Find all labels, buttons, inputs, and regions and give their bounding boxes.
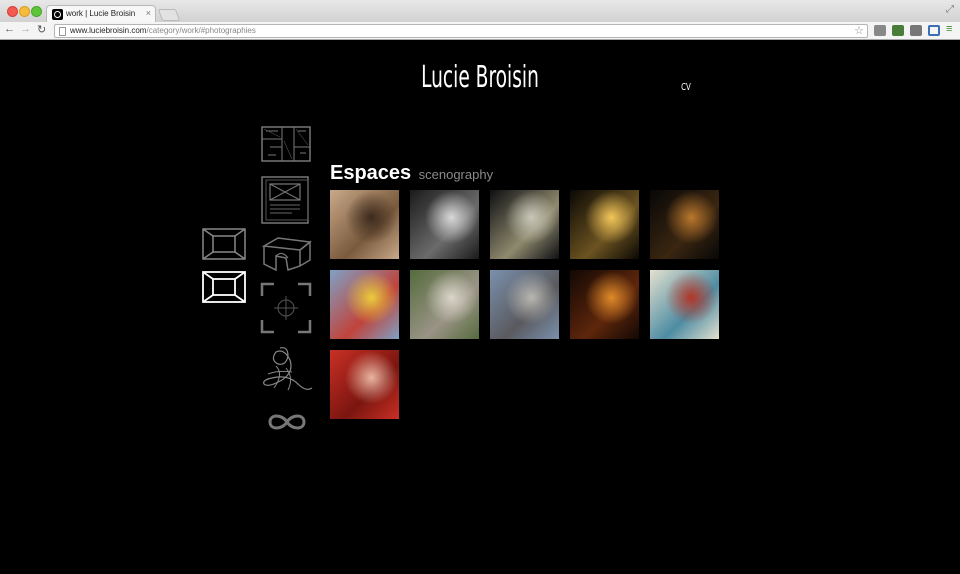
box-icon[interactable]	[260, 236, 314, 272]
layout-icon[interactable]	[260, 175, 312, 225]
browser-toolbar: ← → ↻ www.luciebroisin.com/category/work…	[0, 22, 960, 40]
section-title: Espaces	[330, 162, 412, 184]
thumb-1[interactable]	[330, 190, 399, 259]
floorplan-icon[interactable]	[260, 125, 312, 163]
thumb-2[interactable]	[410, 190, 479, 259]
thumb-4[interactable]	[570, 190, 639, 259]
favicon-icon	[52, 9, 63, 20]
infinity-icon[interactable]	[266, 410, 308, 434]
sketch-icon[interactable]	[258, 344, 314, 400]
tab-close-icon[interactable]: ×	[146, 8, 151, 18]
close-window-button[interactable]	[7, 6, 18, 17]
extension-3-icon[interactable]	[910, 25, 922, 36]
minimize-window-button[interactable]	[19, 6, 30, 17]
thumb-11[interactable]	[330, 350, 399, 419]
new-tab-button[interactable]	[157, 9, 181, 21]
bookmark-star-icon[interactable]: ☆	[854, 24, 864, 37]
section-subtitle: scenography	[418, 167, 494, 182]
fullscreen-icon[interactable]: ⤢	[946, 4, 954, 15]
section-heading: Espaces scenography	[330, 162, 493, 185]
tab-title: work | Lucie Broisin	[66, 9, 136, 18]
thumb-7[interactable]	[410, 270, 479, 339]
browser-tab[interactable]: work | Lucie Broisin ×	[46, 5, 156, 23]
frame-selected-icon[interactable]	[202, 271, 246, 303]
thumb-6[interactable]	[330, 270, 399, 339]
zoom-window-button[interactable]	[31, 6, 42, 17]
reload-icon[interactable]: ↻	[37, 23, 46, 36]
back-icon[interactable]: ←	[4, 23, 15, 35]
cv-link[interactable]: CV	[681, 82, 691, 93]
menu-icon[interactable]: ≡	[946, 24, 952, 35]
forward-icon[interactable]: →	[20, 23, 31, 35]
site-title[interactable]: Lucie Broisin	[418, 60, 542, 95]
thumb-5[interactable]	[650, 190, 719, 259]
extension-1-icon[interactable]	[874, 25, 886, 36]
address-bar[interactable]: www.luciebroisin.com/category/work/#phot…	[54, 24, 868, 38]
frame-icon[interactable]	[202, 228, 246, 260]
extension-2-icon[interactable]	[892, 25, 904, 36]
crosshair-icon[interactable]	[260, 282, 312, 334]
page-icon	[59, 27, 66, 36]
thumb-3[interactable]	[490, 190, 559, 259]
browser-titlebar: work | Lucie Broisin × ⤢	[0, 0, 960, 23]
thumb-10[interactable]	[650, 270, 719, 339]
url-text[interactable]: www.luciebroisin.com/category/work/#phot…	[70, 26, 256, 35]
extension-4-icon[interactable]	[928, 25, 940, 36]
thumb-9[interactable]	[570, 270, 639, 339]
thumb-8[interactable]	[490, 270, 559, 339]
